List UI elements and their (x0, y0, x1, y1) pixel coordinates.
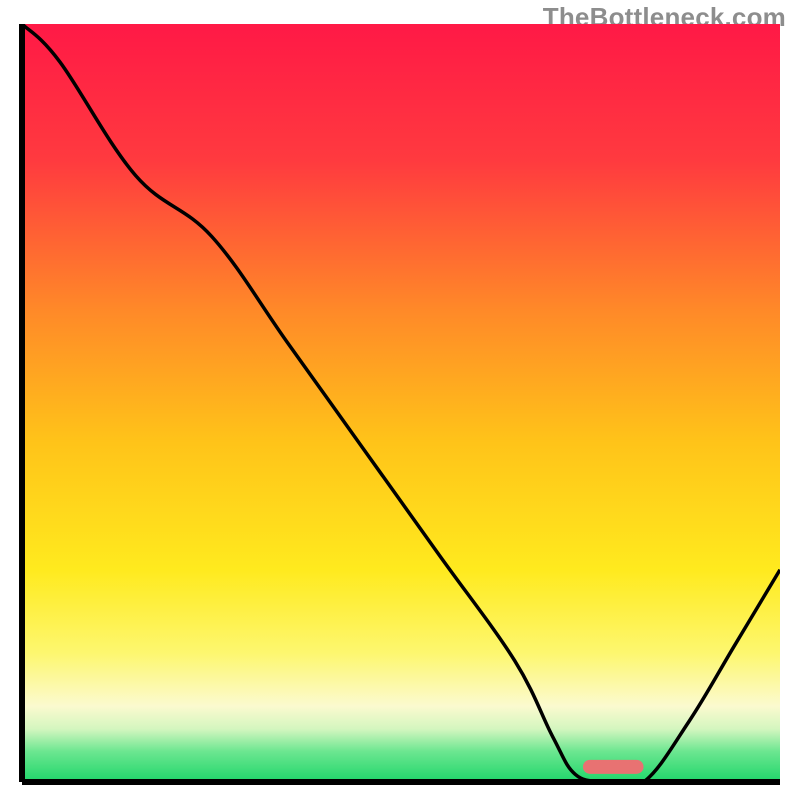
y-axis (19, 24, 25, 782)
chart-container: TheBottleneck.com (0, 0, 800, 800)
chart-svg (22, 24, 780, 782)
gradient-background (22, 24, 780, 782)
plot-area (22, 24, 780, 782)
x-axis (22, 779, 780, 785)
optimal-marker (583, 760, 644, 774)
